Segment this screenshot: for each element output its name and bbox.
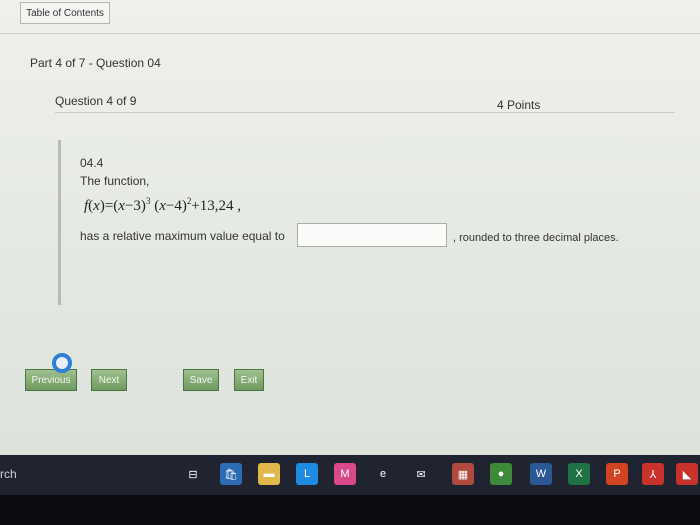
- acrobat-icon[interactable]: ⅄: [642, 463, 664, 485]
- formula-t2-var: x: [159, 198, 166, 214]
- m-app-icon[interactable]: M: [334, 463, 356, 485]
- formula-t1-var: x: [118, 198, 125, 214]
- calculator-icon[interactable]: ▦: [452, 463, 474, 485]
- next-button[interactable]: Next: [91, 369, 127, 391]
- table-of-contents-button[interactable]: Table of Contents: [20, 2, 110, 24]
- question-number: 04.4: [80, 156, 104, 170]
- formula-tail: +13,24 ,: [191, 198, 242, 214]
- formula-t1-rest: −3): [124, 198, 146, 214]
- powerpoint-icon[interactable]: P: [606, 463, 628, 485]
- windows-taskbar: rch ⊟ 🛍 ▬ L Me ✉ ▦ ● W X P ⅄ ◣: [0, 455, 700, 495]
- task-view-icon[interactable]: ⊟: [182, 463, 204, 485]
- word-icon[interactable]: W: [530, 463, 552, 485]
- taskbar-search-text[interactable]: rch: [0, 467, 17, 481]
- answer-sentence-suffix: , rounded to three decimal places.: [453, 232, 619, 244]
- part-label: Part 4 of 7 - Question 04: [30, 56, 161, 70]
- red-app-icon[interactable]: ◣: [676, 463, 698, 485]
- edge-icon[interactable]: e: [372, 463, 394, 485]
- formula-t2-rest: −4): [165, 198, 187, 214]
- exit-button[interactable]: Exit: [234, 369, 264, 391]
- answer-input[interactable]: [297, 223, 447, 247]
- points-label: 4 Points: [497, 98, 541, 112]
- function-formula: f(x)=(x−3)3 (x−4)2+13,24 ,: [84, 196, 241, 215]
- store-icon[interactable]: 🛍: [220, 463, 242, 485]
- l-app-icon[interactable]: L: [296, 463, 318, 485]
- chrome-icon[interactable]: ●: [490, 463, 512, 485]
- question-counter: Question 4 of 9: [55, 94, 137, 108]
- formula-t2-open: (: [150, 198, 160, 214]
- mail-icon[interactable]: ✉: [410, 463, 432, 485]
- formula-lhs-close: )=(: [99, 198, 119, 214]
- monitor-bezel: [0, 495, 700, 525]
- save-button[interactable]: Save: [183, 369, 219, 391]
- formula-var: x: [93, 198, 100, 214]
- quiz-screen: Table of Contents Part 4 of 7 - Question…: [0, 0, 700, 455]
- question-divider: [55, 112, 675, 113]
- question-prompt: The function,: [80, 174, 150, 188]
- previous-button[interactable]: Previous: [25, 369, 77, 391]
- loading-spinner-icon: [52, 353, 72, 373]
- file-explorer-icon[interactable]: ▬: [258, 463, 280, 485]
- question-side-bar: [58, 140, 61, 305]
- answer-sentence-prefix: has a relative maximum value equal to: [80, 229, 285, 243]
- header-divider: [0, 33, 700, 34]
- excel-icon[interactable]: X: [568, 463, 590, 485]
